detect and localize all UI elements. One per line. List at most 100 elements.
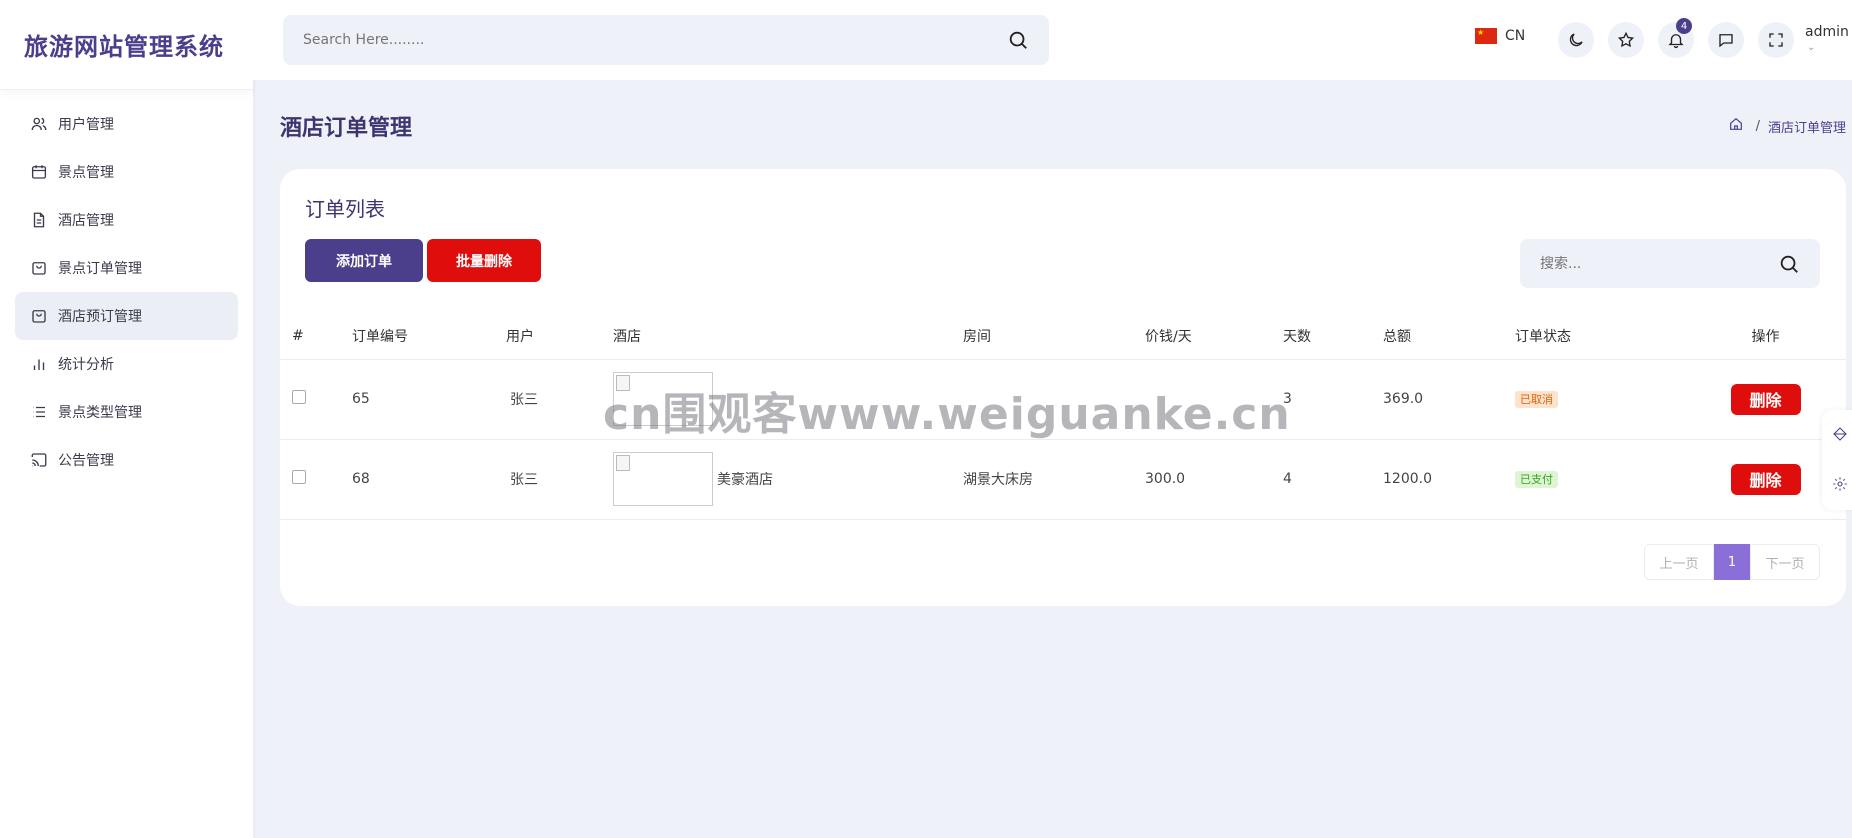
document-icon — [29, 210, 49, 230]
column-header: # — [280, 314, 352, 360]
sidebar-menu: 用户管理 景点管理 酒店管理 景点订单管理 酒店预订管理 统计分析 景点类型管理… — [0, 90, 253, 484]
orders-table: # 订单编号 用户 酒店 房间 价钱/天 天数 总额 订单状态 操作 65 张三 — [280, 314, 1846, 520]
gear-icon[interactable] — [1832, 476, 1848, 492]
hotel-name: 美豪酒店 — [717, 472, 773, 488]
sidebar-item-label: 酒店管理 — [58, 213, 114, 229]
sidebar-item-announcements[interactable]: 公告管理 — [15, 436, 238, 484]
messages-button[interactable] — [1708, 22, 1744, 58]
sidebar-item-hotel-bookings[interactable]: 酒店预订管理 — [15, 292, 238, 340]
sidebar-item-label: 景点类型管理 — [58, 405, 142, 421]
column-header: 房间 — [963, 314, 1145, 360]
delete-button[interactable]: 删除 — [1730, 383, 1801, 415]
orders-card: 订单列表 添加订单 批量删除 # 订单编号 用户 酒店 房间 价钱/天 天数 总… — [280, 169, 1846, 606]
sidebar-item-hotels[interactable]: 酒店管理 — [15, 196, 238, 244]
breadcrumb-current: 酒店订单管理 — [1767, 120, 1846, 136]
column-header: 价钱/天 — [1145, 314, 1283, 360]
theme-icon[interactable] — [1832, 426, 1848, 442]
row-checkbox[interactable] — [292, 390, 306, 404]
column-header: 天数 — [1283, 314, 1383, 360]
table-search — [1520, 239, 1820, 288]
notification-badge: 4 — [1676, 18, 1692, 34]
sidebar-item-label: 公告管理 — [58, 453, 114, 469]
sidebar-item-statistics[interactable]: 统计分析 — [15, 340, 238, 388]
favorites-button[interactable] — [1608, 22, 1644, 58]
list-icon — [29, 402, 49, 422]
next-page-button[interactable]: 下一页 — [1750, 544, 1820, 580]
calendar-icon — [29, 162, 49, 182]
add-order-button[interactable]: 添加订单 — [305, 239, 423, 282]
order-user: 张三 — [506, 359, 613, 440]
brand: 旅游网站管理系统 — [0, 0, 253, 90]
batch-delete-button[interactable]: 批量删除 — [427, 239, 541, 282]
days: 3 — [1283, 359, 1383, 440]
table-row: 68 张三 美豪酒店 湖景大床房 300.0 4 1200.0 已支付 删除 — [280, 439, 1846, 520]
delete-button[interactable]: 删除 — [1730, 463, 1801, 495]
global-search-input[interactable] — [283, 15, 1007, 65]
column-header: 订单编号 — [352, 314, 506, 360]
sidebar-item-label: 统计分析 — [58, 357, 114, 373]
sidebar-item-label: 用户管理 — [58, 117, 114, 133]
order-id: 65 — [352, 359, 506, 440]
prev-page-button[interactable]: 上一页 — [1644, 544, 1714, 580]
fullscreen-icon — [1769, 33, 1783, 47]
sidebar-item-label: 景点管理 — [58, 165, 114, 181]
chat-icon — [1719, 34, 1733, 48]
moon-icon — [1569, 33, 1583, 47]
sidebar-item-label: 酒店预订管理 — [58, 309, 142, 325]
column-header: 操作 — [1685, 314, 1846, 360]
column-header: 订单状态 — [1515, 314, 1685, 360]
price-per-day: 300.0 — [1145, 439, 1283, 520]
column-header: 总额 — [1383, 314, 1515, 360]
bar-chart-icon — [29, 354, 49, 374]
cast-icon — [29, 450, 49, 470]
top-header: CN 4 admin ⌄ — [253, 0, 1852, 80]
brand-title: 旅游网站管理系统 — [24, 33, 224, 61]
page-number-button[interactable]: 1 — [1714, 544, 1750, 580]
order-user: 张三 — [506, 439, 613, 520]
card-title: 订单列表 — [305, 197, 385, 221]
chevron-down-icon[interactable]: ⌄ — [1807, 42, 1815, 53]
page-title: 酒店订单管理 — [280, 116, 413, 141]
order-id: 68 — [352, 439, 506, 520]
search-icon[interactable] — [1007, 29, 1029, 51]
sidebar-item-attractions[interactable]: 景点管理 — [15, 148, 238, 196]
language-label: CN — [1505, 28, 1526, 44]
sidebar-item-attraction-orders[interactable]: 景点订单管理 — [15, 244, 238, 292]
language-switcher[interactable]: CN — [1475, 28, 1525, 44]
sidebar-item-attraction-types[interactable]: 景点类型管理 — [15, 388, 238, 436]
home-icon[interactable] — [1728, 116, 1744, 136]
total-amount: 369.0 — [1383, 359, 1515, 440]
table-header-row: # 订单编号 用户 酒店 房间 价钱/天 天数 总额 订单状态 操作 — [280, 314, 1846, 360]
table-row: 65 张三 3 369.0 已取消 删除 — [280, 359, 1846, 440]
price-per-day — [1145, 359, 1283, 440]
side-toolbar — [1822, 410, 1852, 510]
column-header: 用户 — [506, 314, 613, 360]
sidebar-item-users[interactable]: 用户管理 — [15, 100, 238, 148]
global-search — [283, 15, 1049, 65]
dark-mode-button[interactable] — [1558, 22, 1594, 58]
room-name: 湖景大床房 — [963, 439, 1145, 520]
sidebar: 旅游网站管理系统 用户管理 景点管理 酒店管理 景点订单管理 酒店预订管理 统计… — [0, 0, 253, 838]
fullscreen-button[interactable] — [1758, 22, 1794, 58]
china-flag-icon — [1475, 28, 1497, 44]
hotel-image — [613, 452, 713, 506]
user-menu[interactable]: admin — [1805, 24, 1849, 40]
star-icon — [1617, 31, 1635, 48]
breadcrumb: / 酒店订单管理 — [1728, 116, 1846, 136]
days: 4 — [1283, 439, 1383, 520]
pagination: 上一页 1 下一页 — [1644, 544, 1820, 580]
hotel-image — [613, 372, 713, 426]
status-badge: 已支付 — [1515, 471, 1558, 488]
sidebar-item-label: 景点订单管理 — [58, 261, 142, 277]
users-icon — [29, 114, 49, 134]
breadcrumb-separator: / — [1755, 118, 1760, 134]
notifications-button[interactable]: 4 — [1658, 18, 1694, 58]
total-amount: 1200.0 — [1383, 439, 1515, 520]
room-name — [963, 359, 1145, 440]
table-search-input[interactable] — [1520, 239, 1778, 288]
search-icon[interactable] — [1778, 253, 1800, 275]
status-badge: 已取消 — [1515, 391, 1558, 408]
shopping-bag-icon — [29, 258, 49, 278]
row-checkbox[interactable] — [292, 470, 306, 484]
shopping-bag-icon — [29, 306, 49, 326]
